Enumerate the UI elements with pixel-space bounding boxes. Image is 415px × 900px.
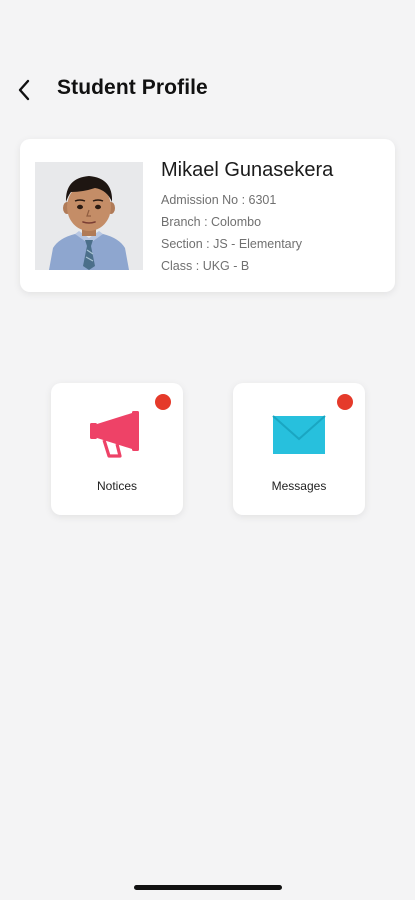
detail-value: 6301 [248, 193, 277, 207]
detail-value: JS - Elementary [213, 237, 303, 251]
notices-tile[interactable]: Notices [51, 383, 183, 515]
student-avatar-illustration [35, 162, 143, 270]
page-title: Student Profile [57, 76, 208, 99]
student-name: Mikael Gunasekera [161, 159, 334, 181]
home-indicator[interactable] [134, 885, 282, 890]
detail-value: UKG - B [202, 259, 250, 273]
app-header: Student Profile [0, 62, 415, 118]
student-profile-card: Mikael Gunasekera Admission No : 6301 Br… [20, 139, 395, 292]
detail-label: Admission No : [161, 193, 249, 207]
messages-tile[interactable]: Messages [233, 383, 365, 515]
notices-label: Notices [96, 479, 137, 493]
detail-label: Class : [161, 259, 203, 273]
detail-label: Branch : [161, 215, 212, 229]
messages-label: Messages [271, 479, 327, 493]
detail-label: Section : [161, 237, 214, 251]
back-button[interactable] [8, 72, 40, 108]
chevron-left-icon [18, 79, 30, 101]
admission-number: Admission No : 6301 [161, 193, 276, 207]
detail-value: Colombo [211, 215, 262, 229]
student-photo [35, 162, 143, 270]
envelope-icon [272, 415, 326, 454]
notices-unread-badge [155, 394, 171, 410]
class: Class : UKG - B [161, 259, 249, 273]
branch: Branch : Colombo [161, 215, 261, 229]
section: Section : JS - Elementary [161, 237, 302, 251]
megaphone-icon [90, 411, 139, 458]
messages-unread-badge [337, 394, 353, 410]
